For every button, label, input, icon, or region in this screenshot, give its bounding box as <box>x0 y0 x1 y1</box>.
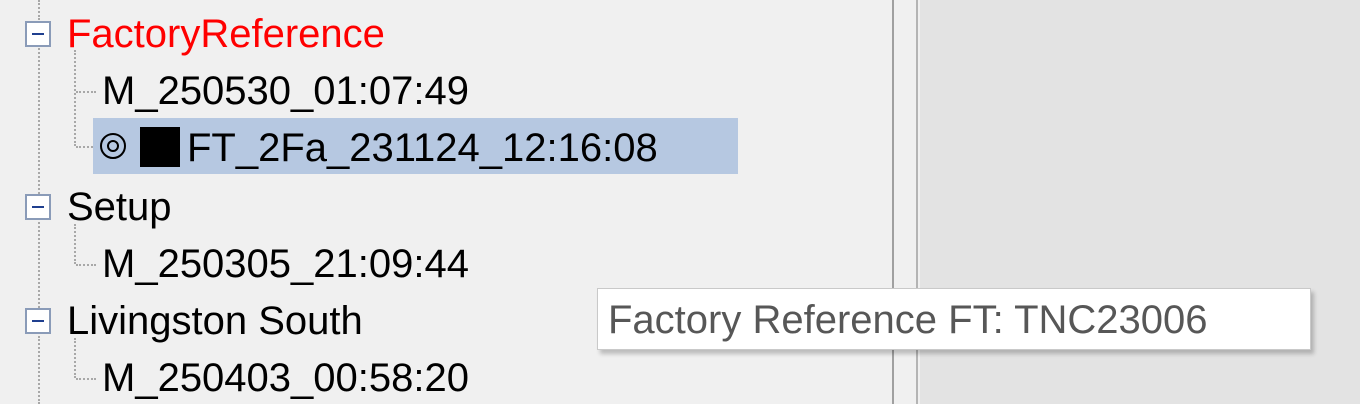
tree-node-measurement[interactable]: M_250530_01:07:49 <box>102 67 469 115</box>
tree-node-livingston-south[interactable]: Livingston South <box>67 297 363 345</box>
black-square-icon <box>140 127 180 167</box>
tree-connector <box>38 0 40 20</box>
tree-connector <box>74 50 76 146</box>
tree-connector <box>76 264 96 266</box>
tree-connector <box>38 48 40 194</box>
target-icon <box>100 133 126 159</box>
tree-connector <box>76 378 96 380</box>
tree-node-setup[interactable]: Setup <box>67 183 172 231</box>
collapse-button[interactable] <box>25 21 51 47</box>
tree-connector <box>38 336 40 404</box>
tree-node-measurement[interactable]: M_250403_00:58:20 <box>102 354 469 402</box>
tree-node-measurement[interactable]: M_250305_21:09:44 <box>102 240 469 288</box>
tooltip-text: Factory Reference FT: TNC23006 <box>608 298 1208 342</box>
collapse-button[interactable] <box>25 308 51 334</box>
tree-node-factory-reference[interactable]: FactoryReference <box>67 10 385 58</box>
tree-connector <box>76 91 96 93</box>
tree-connector <box>38 222 40 308</box>
partially-visible-row <box>24 0 584 6</box>
collapse-button[interactable] <box>25 194 51 220</box>
tree-node-measurement-selected[interactable]: FT_2Fa_231124_12:16:08 <box>187 124 658 172</box>
tooltip: Factory Reference FT: TNC23006 <box>597 288 1311 350</box>
